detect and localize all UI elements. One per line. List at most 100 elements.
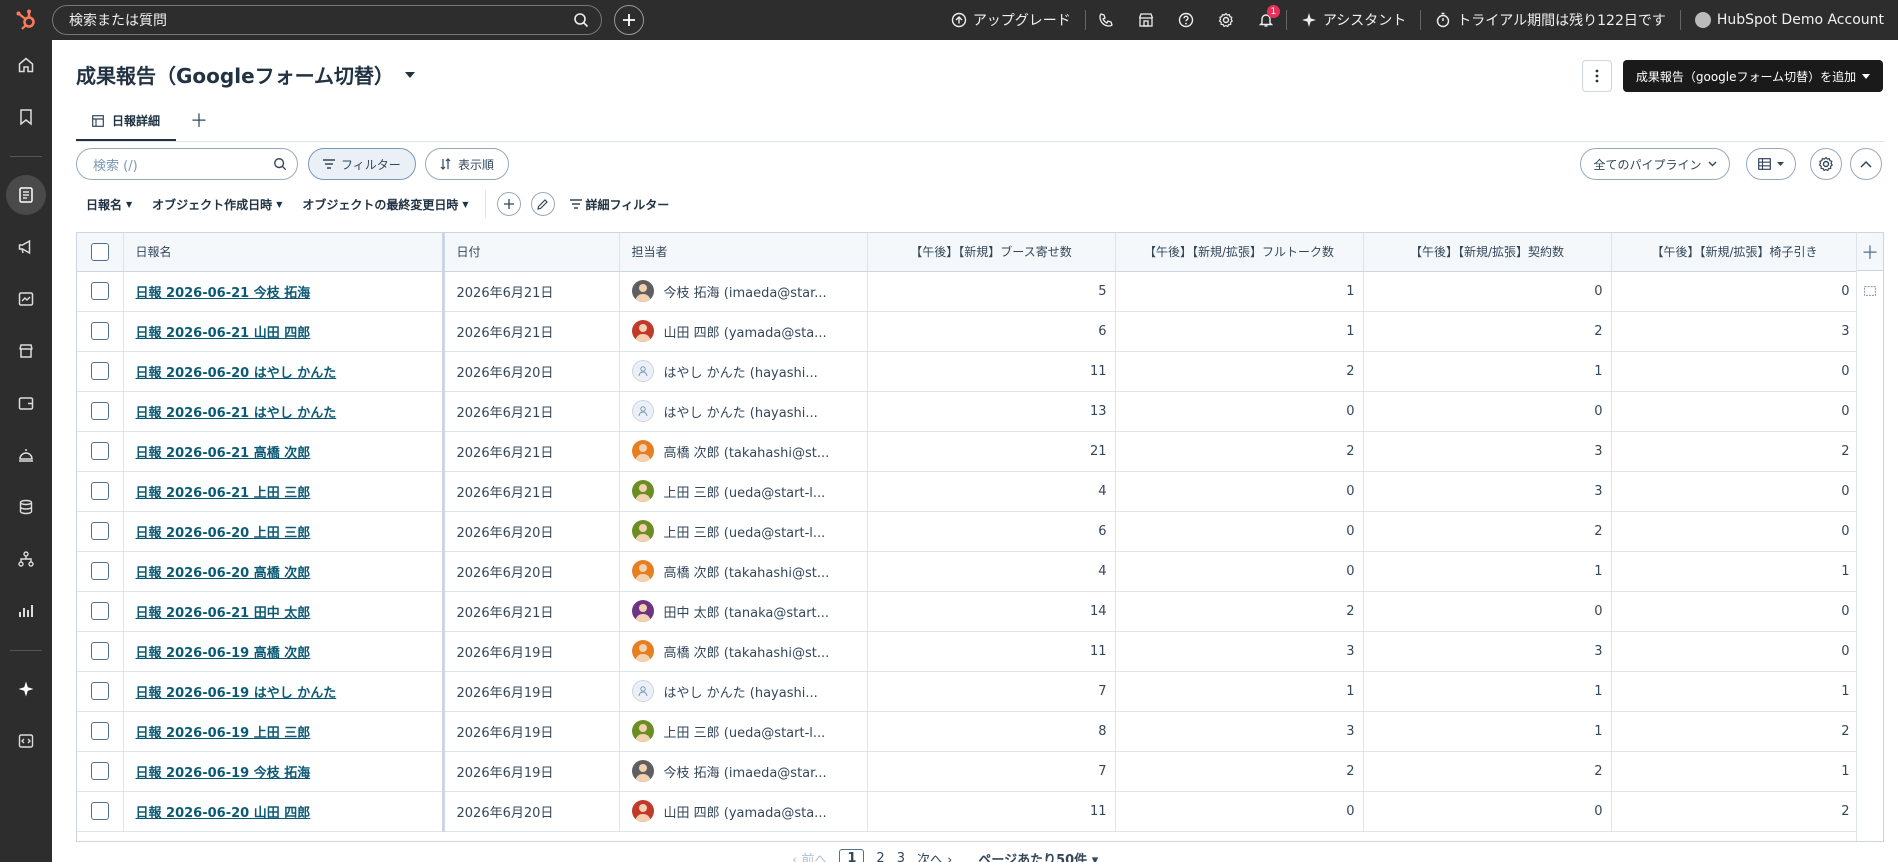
- account-menu[interactable]: HubSpot Demo Account: [1681, 0, 1898, 40]
- row-checkbox[interactable]: [90, 282, 109, 300]
- page-3-button[interactable]: 3: [897, 851, 905, 862]
- row-checkbox[interactable]: [90, 602, 109, 620]
- marketing-megaphone-icon[interactable]: [6, 227, 46, 267]
- table-search-input[interactable]: 検索 (/): [76, 148, 298, 180]
- per-page-dropdown[interactable]: ページあたり50件 ▾: [978, 849, 1098, 862]
- collapse-chevron-up-icon[interactable]: [1850, 148, 1882, 180]
- record-link[interactable]: 日報 2026-06-19 はやし かんた: [136, 686, 337, 701]
- assistant-button[interactable]: アシスタント: [1287, 0, 1420, 40]
- column-header-date[interactable]: 日付: [443, 233, 620, 272]
- table-row[interactable]: 日報 2026-06-21 高橋 次郎 2026年6月21日 高橋 次郎 (ta…: [77, 431, 1859, 472]
- sort-button[interactable]: 表示順: [425, 148, 510, 180]
- record-link[interactable]: 日報 2026-06-19 今枝 拓海: [136, 766, 311, 781]
- edit-filters-pencil-icon[interactable]: [530, 192, 555, 216]
- reports-bar-chart-icon[interactable]: [6, 591, 46, 631]
- row-checkbox[interactable]: [90, 362, 109, 380]
- add-view-button[interactable]: ＋: [176, 107, 222, 141]
- crm-records-icon[interactable]: [6, 175, 46, 215]
- row-checkbox[interactable]: [90, 802, 109, 820]
- tab-daily-report-detail[interactable]: 日報詳細: [76, 112, 177, 141]
- settings-gear-icon[interactable]: [1206, 0, 1246, 40]
- row-checkbox[interactable]: [90, 722, 109, 740]
- row-checkbox[interactable]: [90, 562, 109, 580]
- filter-report-name[interactable]: 日報名 ▼: [76, 196, 142, 213]
- filter-created-date[interactable]: オブジェクト作成日時 ▼: [142, 196, 292, 213]
- advanced-filters-button[interactable]: 詳細フィルター: [560, 196, 680, 213]
- workflow-hierarchy-icon[interactable]: [6, 539, 46, 579]
- commerce-store-icon[interactable]: [6, 331, 46, 371]
- record-link[interactable]: 日報 2026-06-21 今枝 拓海: [136, 286, 311, 301]
- row-checkbox[interactable]: [90, 642, 109, 660]
- record-link[interactable]: 日報 2026-06-20 上田 三郎: [136, 526, 311, 541]
- table-row[interactable]: 日報 2026-06-20 はやし かんた 2026年6月20日 はやし かんた…: [77, 351, 1859, 392]
- record-link[interactable]: 日報 2026-06-21 田中 太郎: [136, 606, 311, 621]
- record-link[interactable]: 日報 2026-06-20 はやし かんた: [136, 366, 337, 381]
- record-link[interactable]: 日報 2026-06-21 山田 四郎: [136, 326, 311, 341]
- table-row[interactable]: 日報 2026-06-20 山田 四郎 2026年6月20日 山田 四郎 (ya…: [77, 791, 1859, 832]
- notifications-bell-icon[interactable]: 1: [1246, 0, 1286, 40]
- column-header-report-name[interactable]: 日報名: [123, 233, 445, 272]
- column-header-chair-pull[interactable]: 【午後】【新規/拡張】椅子引き: [1611, 233, 1859, 272]
- trial-status[interactable]: トライアル期間は残り122日です: [1421, 0, 1680, 40]
- hubspot-logo-icon[interactable]: [0, 0, 52, 40]
- content-icon[interactable]: [6, 279, 46, 319]
- column-header-booth-count[interactable]: 【午後】【新規】ブース寄せ数: [867, 233, 1116, 272]
- table-row[interactable]: 日報 2026-06-21 田中 太郎 2026年6月21日 田中 太郎 (ta…: [77, 591, 1859, 632]
- prev-page-button[interactable]: ‹ 前へ: [792, 849, 827, 862]
- table-row[interactable]: 日報 2026-06-19 今枝 拓海 2026年6月19日 今枝 拓海 (im…: [77, 751, 1859, 792]
- view-type-dropdown[interactable]: [1746, 148, 1796, 180]
- table-row[interactable]: 日報 2026-06-21 今枝 拓海 2026年6月21日 今枝 拓海 (im…: [77, 271, 1859, 312]
- marketplace-icon[interactable]: [1126, 0, 1166, 40]
- row-checkbox[interactable]: [90, 402, 109, 420]
- add-column-plus-icon[interactable]: ＋: [1857, 233, 1883, 271]
- record-link[interactable]: 日報 2026-06-21 はやし かんた: [136, 406, 337, 421]
- record-link[interactable]: 日報 2026-06-19 上田 三郎: [136, 726, 311, 741]
- row-checkbox[interactable]: [90, 442, 109, 460]
- global-search-input[interactable]: 検索または質問: [52, 5, 602, 35]
- page-1-button[interactable]: 1: [839, 848, 865, 862]
- table-row[interactable]: 日報 2026-06-21 山田 四郎 2026年6月21日 山田 四郎 (ya…: [77, 311, 1859, 352]
- table-row[interactable]: 日報 2026-06-19 はやし かんた 2026年6月19日 はやし かんた…: [77, 671, 1859, 712]
- table-row[interactable]: 日報 2026-06-19 上田 三郎 2026年6月19日 上田 三郎 (ue…: [77, 711, 1859, 752]
- object-selector[interactable]: 成果報告（Googleフォーム切替）: [76, 60, 416, 89]
- home-icon[interactable]: [6, 45, 46, 85]
- row-checkbox[interactable]: [90, 762, 109, 780]
- ai-sparkle-icon[interactable]: [6, 669, 46, 709]
- filter-modified-date[interactable]: オブジェクトの最終変更日時 ▼: [292, 196, 478, 213]
- record-link[interactable]: 日報 2026-06-20 山田 四郎: [136, 806, 311, 821]
- table-row[interactable]: 日報 2026-06-20 高橋 次郎 2026年6月20日 高橋 次郎 (ta…: [77, 551, 1859, 592]
- table-row[interactable]: 日報 2026-06-19 高橋 次郎 2026年6月19日 高橋 次郎 (ta…: [77, 631, 1859, 672]
- row-checkbox[interactable]: [90, 522, 109, 540]
- record-link[interactable]: 日報 2026-06-21 高橋 次郎: [136, 446, 311, 461]
- column-header-contract-count[interactable]: 【午後】【新規/拡張】契約数: [1363, 233, 1612, 272]
- developer-code-icon[interactable]: [6, 721, 46, 761]
- bookmark-icon[interactable]: [6, 97, 46, 137]
- help-icon[interactable]: [1166, 0, 1206, 40]
- row-checkbox[interactable]: [90, 682, 109, 700]
- upgrade-button[interactable]: アップグレード: [937, 0, 1085, 40]
- table-row[interactable]: 日報 2026-06-21 はやし かんた 2026年6月21日 はやし かんた…: [77, 391, 1859, 432]
- record-link[interactable]: 日報 2026-06-21 上田 三郎: [136, 486, 311, 501]
- column-picker-icon[interactable]: [1857, 271, 1883, 311]
- table-row[interactable]: 日報 2026-06-20 上田 三郎 2026年6月20日 上田 三郎 (ue…: [77, 511, 1859, 552]
- record-link[interactable]: 日報 2026-06-20 高橋 次郎: [136, 566, 311, 581]
- more-actions-button[interactable]: [1582, 60, 1612, 92]
- database-icon[interactable]: [6, 487, 46, 527]
- create-new-button[interactable]: [614, 5, 644, 35]
- select-all-checkbox[interactable]: [90, 242, 109, 261]
- service-bell-icon[interactable]: [6, 435, 46, 475]
- column-header-owner[interactable]: 担当者: [619, 233, 868, 272]
- next-page-button[interactable]: 次へ ›: [917, 849, 952, 862]
- add-record-button[interactable]: 成果報告（googleフォーム切替）を追加: [1623, 60, 1883, 92]
- calling-icon[interactable]: [1086, 0, 1126, 40]
- record-link[interactable]: 日報 2026-06-19 高橋 次郎: [136, 646, 311, 661]
- filter-button[interactable]: フィルター: [308, 148, 416, 180]
- wallet-icon[interactable]: [6, 383, 46, 423]
- page-2-button[interactable]: 2: [876, 851, 884, 862]
- row-checkbox[interactable]: [90, 322, 109, 340]
- pipeline-dropdown[interactable]: 全てのパイプライン: [1580, 148, 1730, 180]
- add-filter-plus-icon[interactable]: [496, 192, 521, 216]
- table-settings-gear-icon[interactable]: [1810, 148, 1842, 180]
- column-header-full-talk-count[interactable]: 【午後】【新規/拡張】フルトーク数: [1115, 233, 1364, 272]
- row-checkbox[interactable]: [90, 482, 109, 500]
